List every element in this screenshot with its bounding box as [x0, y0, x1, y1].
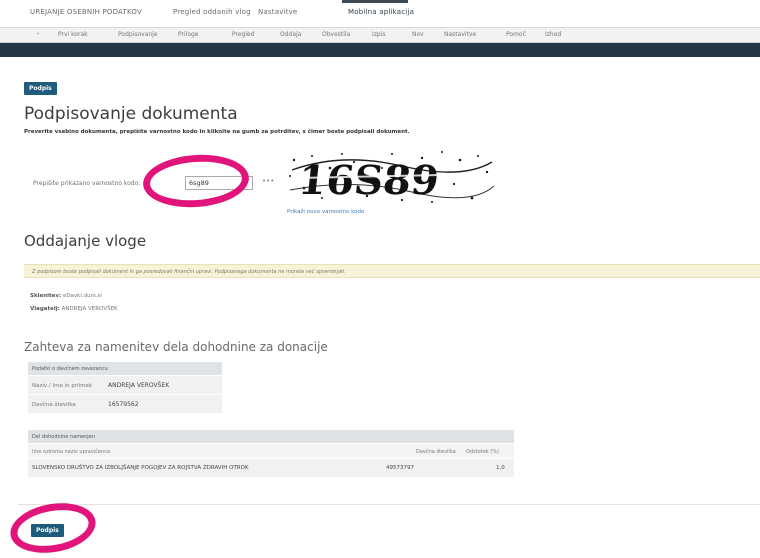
tab-personal-data[interactable]: UREJANJE OSEBNIH PODATKOV	[30, 8, 142, 16]
tab-settings[interactable]: Nastavitve	[258, 8, 298, 16]
row-label: Davčna številka	[32, 402, 76, 408]
subnav-item-signing[interactable]: Podpisovanje	[118, 31, 158, 38]
menu-marker-icon: •	[36, 30, 41, 38]
subnav-item-first-step[interactable]: Prvi korak	[58, 31, 88, 38]
subnav-item-help[interactable]: Pomoč	[506, 31, 526, 38]
new-code-link[interactable]: Prikaži novo varnostno kodo	[287, 209, 364, 215]
active-tab-indicator	[342, 0, 408, 3]
tab-submitted-requests[interactable]: Pregled oddanih vlog	[173, 8, 251, 16]
refresh-dots-icon: •••	[262, 177, 275, 185]
table-row: Naziv / Ime in priimek ANDREJA VEROVŠEK	[28, 375, 222, 394]
table-row: Davčna številka 16579562	[28, 394, 222, 413]
donation-column-headers: Ime oziroma naziv upravičenca Davčna šte…	[28, 443, 514, 458]
highlight-annotation-sign	[6, 496, 100, 558]
subnav-item-submit[interactable]: Oddaja	[280, 31, 301, 38]
meta-row-submission: Sklenitev: eDavki.durs.si	[30, 293, 102, 299]
captcha-text: 16S89	[296, 157, 441, 204]
header-band	[0, 43, 760, 57]
taxpayer-table: Podatki o davčnem zavezancu Naziv / Ime …	[28, 362, 222, 413]
column-header-percent: Odstotek (%)	[466, 449, 499, 455]
subnav-item-review[interactable]: Pregled	[232, 31, 255, 38]
highlight-annotation-code	[141, 151, 251, 211]
subnav-item-attachments[interactable]: Priloge	[178, 31, 198, 38]
signing-title: Podpisovanje dokumenta	[24, 104, 238, 124]
divider	[18, 504, 760, 505]
recipient-percent: 1,0	[496, 465, 505, 471]
subnav-item-logout[interactable]: Izhod	[545, 31, 561, 38]
column-header-name: Ime oziroma naziv upravičenca	[32, 449, 111, 455]
captcha-image: 16S89	[282, 148, 497, 206]
secondary-navigation: • Prvi korak Podpisovanje Priloge Pregle…	[0, 28, 760, 43]
taxpayer-table-header: Podatki o davčnem zavezancu	[28, 362, 222, 375]
table-row: SLOVENSKO DRUŠTVO ZA IZBOLJŠANJE POGOJEV…	[28, 458, 514, 477]
subnav-item-new[interactable]: Nov	[412, 31, 424, 38]
subnav-item-print[interactable]: Izpis	[372, 31, 386, 38]
meta-label: Sklenitev:	[30, 293, 62, 299]
recipient-tax-number: 49573797	[386, 465, 414, 471]
donation-table: Del dohodnine namenjen Ime oziroma naziv…	[28, 430, 514, 477]
subnav-item-notices[interactable]: Obvestila	[322, 31, 350, 38]
meta-value: ANDREJA VEROVŠEK	[61, 306, 118, 312]
recipient-name: SLOVENSKO DRUŠTVO ZA IZBOLJŠANJE POGOJEV…	[32, 465, 249, 471]
signing-instruction: Preverite vsebino dokumenta, prepišite v…	[24, 129, 410, 135]
tab-mobile-app[interactable]: Mobilna aplikacija	[348, 8, 414, 16]
request-title: Zahteva za namenitev dela dohodnine za d…	[24, 340, 328, 354]
meta-label: Vlagatelj:	[30, 306, 60, 312]
submission-notice: Z podpisom boste podpisali dokument in g…	[24, 264, 760, 278]
row-value: 16579562	[108, 401, 139, 408]
top-navigation: UREJANJE OSEBNIH PODATKOV Pregled oddani…	[0, 0, 760, 28]
notice-text: Z podpisom boste podpisali dokument in g…	[32, 269, 346, 275]
sign-button-top[interactable]: Podpis	[24, 82, 57, 95]
meta-value: eDavki.durs.si	[62, 293, 102, 299]
row-value: ANDREJA VEROVŠEK	[108, 382, 170, 389]
submission-title: Oddajanje vloge	[24, 232, 147, 250]
code-label: Prepišite prikazano varnostno kodo:	[33, 180, 141, 187]
row-label: Naziv / Ime in priimek	[32, 383, 93, 389]
column-header-tax-number: Davčna številka	[416, 449, 456, 455]
meta-row-applicant: Vlagatelj: ANDREJA VEROVŠEK	[30, 306, 118, 312]
subnav-item-settings[interactable]: Nastavitve	[444, 31, 476, 38]
donation-table-header: Del dohodnine namenjen	[28, 430, 514, 443]
